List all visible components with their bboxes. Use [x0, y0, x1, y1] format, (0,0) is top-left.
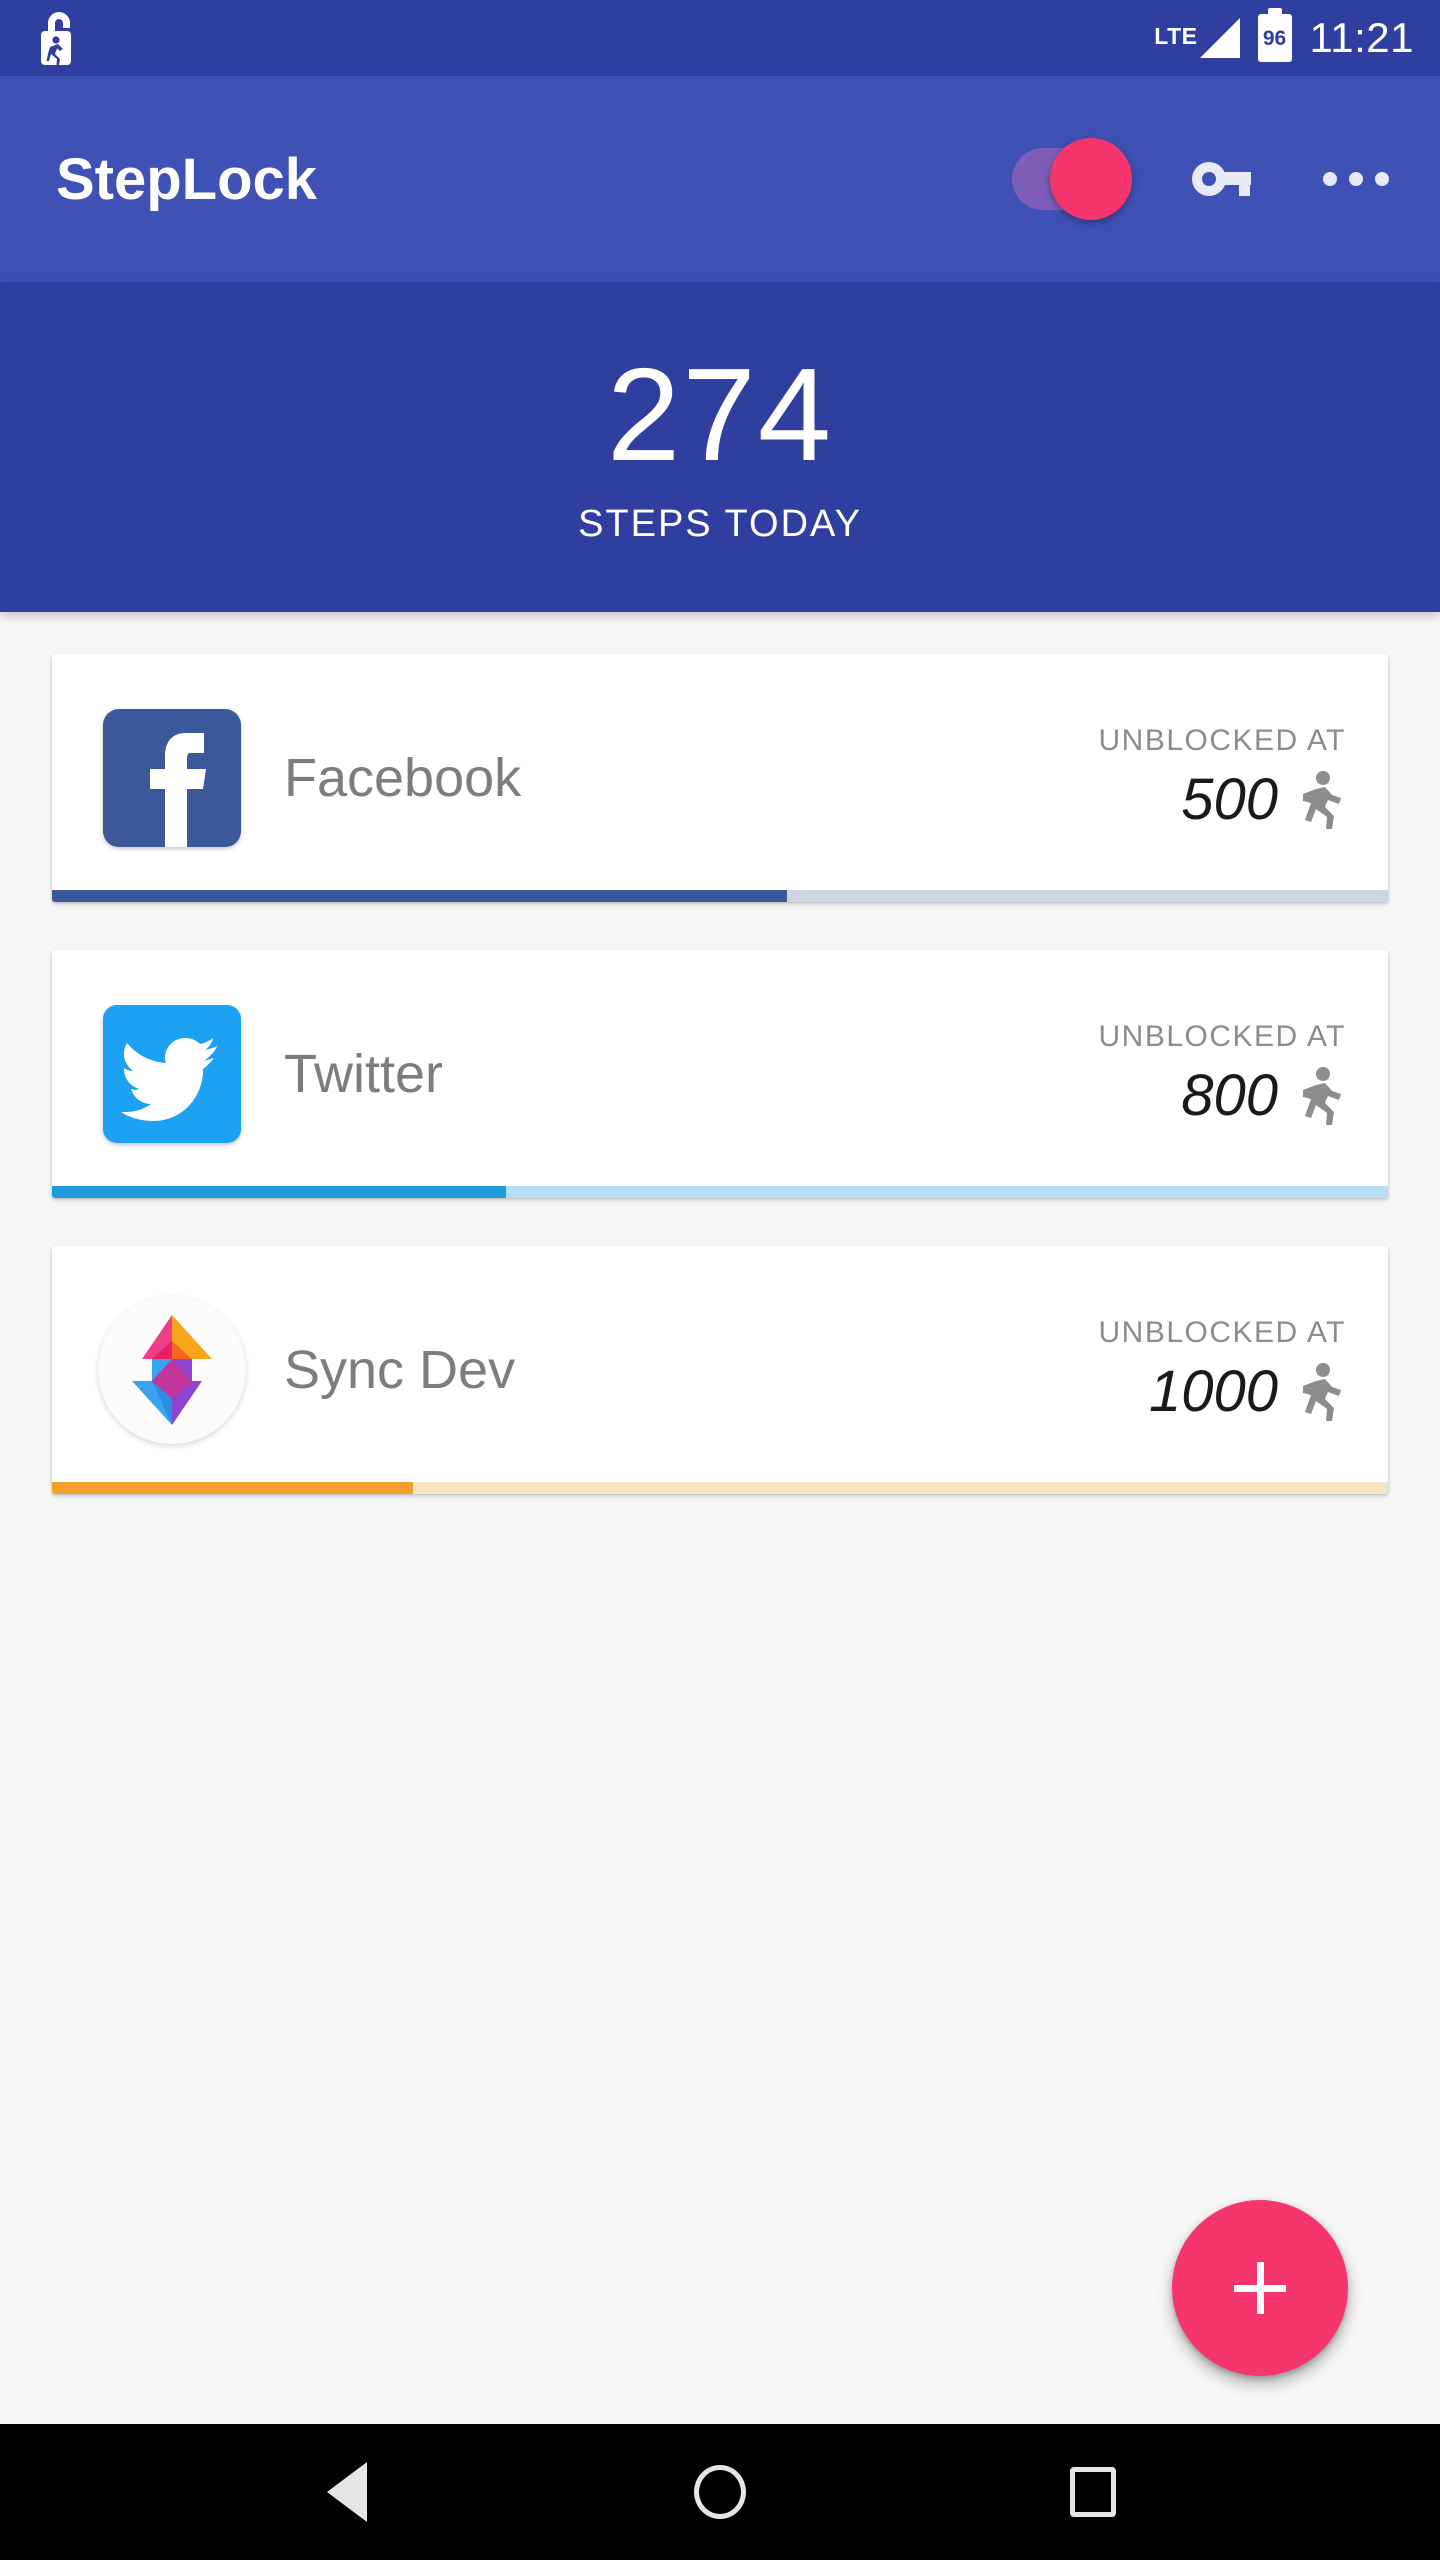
facebook-icon [103, 709, 241, 847]
recents-square-icon [1070, 2467, 1117, 2517]
app-icon-container [98, 704, 246, 852]
app-card-left: Sync Dev [98, 1296, 1099, 1444]
app-card-left: Twitter [98, 1000, 1099, 1148]
app-card-sync-dev[interactable]: Sync Dev UNBLOCKED AT 1000 [52, 1246, 1388, 1494]
app-card-right: UNBLOCKED AT 1000 [1099, 1318, 1347, 1422]
home-circle-icon [693, 2465, 746, 2519]
progress-track [52, 890, 1388, 902]
unlock-walker-icon [41, 12, 71, 65]
nav-back-button[interactable] [287, 2432, 407, 2552]
app-card-twitter[interactable]: Twitter UNBLOCKED AT 800 [52, 950, 1388, 1198]
walking-person-icon [1303, 771, 1341, 829]
app-card-right: UNBLOCKED AT 500 [1099, 726, 1347, 830]
app-name: Sync Dev [284, 1340, 516, 1400]
twitter-icon [103, 1005, 241, 1143]
progress-fill [52, 1186, 507, 1198]
app-bar: StepLock [0, 76, 1440, 282]
progress-fill [52, 1482, 413, 1494]
progress-fill [52, 890, 787, 902]
plus-icon [1234, 2262, 1286, 2314]
key-button[interactable] [1178, 135, 1266, 223]
status-bar: LTE 96 11:21 [0, 0, 1440, 76]
app-card-left: Facebook [98, 704, 1099, 852]
key-icon [1192, 162, 1251, 196]
goal-value: 500 [1181, 767, 1278, 832]
goal-value: 800 [1181, 1063, 1278, 1128]
overflow-menu-icon [1323, 172, 1389, 186]
signal-indicator: LTE [1154, 18, 1240, 58]
status-bar-clock: 11:21 [1309, 14, 1414, 61]
step-summary-header: 274 STEPS TODAY [0, 282, 1440, 612]
app-card-right: UNBLOCKED AT 800 [1099, 1022, 1347, 1126]
app-title: StepLock [56, 146, 318, 212]
walking-person-icon [1303, 1067, 1341, 1125]
blocking-toggle[interactable] [1012, 136, 1132, 222]
network-type-label: LTE [1154, 23, 1198, 49]
battery-icon: 96 [1257, 14, 1292, 62]
sync-arrows-glyph [132, 1315, 212, 1425]
twitter-bird-glyph [121, 1038, 217, 1121]
app-list: Facebook UNBLOCKED AT 500 Twitter UNBLOC… [0, 612, 1440, 1542]
app-name: Twitter [284, 1044, 444, 1104]
unblocked-at-label: UNBLOCKED AT [1098, 1316, 1346, 1349]
goal-value: 1000 [1148, 1359, 1278, 1424]
android-nav-bar [0, 2424, 1440, 2560]
nav-home-button[interactable] [660, 2432, 780, 2552]
app-name: Facebook [284, 748, 522, 808]
goal-row: 500 [1181, 770, 1346, 830]
goal-row: 800 [1181, 1066, 1346, 1126]
step-count: 274 [606, 340, 834, 488]
phone-screen: LTE 96 11:21 StepLock 274 STEPS TODAY Fa… [0, 0, 1440, 2560]
app-card-facebook[interactable]: Facebook UNBLOCKED AT 500 [52, 654, 1388, 902]
signal-bars-icon [1199, 18, 1240, 58]
app-icon-container [98, 1296, 246, 1444]
overflow-menu-button[interactable] [1312, 135, 1400, 223]
status-bar-left [36, 9, 82, 67]
unblocked-at-label: UNBLOCKED AT [1098, 1020, 1346, 1053]
progress-track [52, 1186, 1388, 1198]
status-bar-right: LTE 96 11:21 [1154, 14, 1414, 62]
step-count-label: STEPS TODAY [578, 502, 862, 545]
walking-person-icon [1303, 1363, 1341, 1421]
add-app-fab[interactable] [1172, 2200, 1348, 2376]
facebook-f-glyph [150, 733, 206, 847]
nav-recents-button[interactable] [1033, 2432, 1153, 2552]
app-icon-container [98, 1000, 246, 1148]
progress-track [52, 1482, 1388, 1494]
unblocked-at-label: UNBLOCKED AT [1098, 724, 1346, 757]
back-triangle-icon [326, 2462, 367, 2522]
toggle-thumb [1050, 138, 1132, 220]
sync-dev-icon [98, 1296, 246, 1444]
app-bar-actions [1012, 135, 1400, 223]
goal-row: 1000 [1149, 1362, 1346, 1422]
battery-level-label: 96 [1262, 26, 1287, 50]
